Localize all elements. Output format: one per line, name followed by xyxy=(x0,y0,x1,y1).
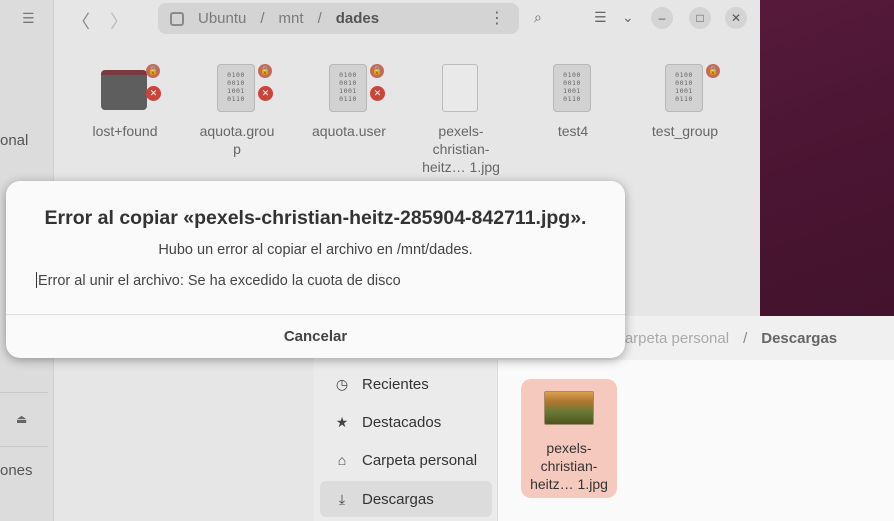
file-name: pexels- christian- heitz… 1.jpg xyxy=(530,440,608,492)
file-name: test4 xyxy=(557,123,589,139)
binary-file-icon: 0100 0010 1001 0110 xyxy=(665,64,703,112)
sidebar-item-label[interactable]: ones xyxy=(0,462,33,479)
sidebar-divider xyxy=(0,446,48,447)
path-segment[interactable]: Ubuntu xyxy=(198,10,246,27)
sidebar-item-descargas[interactable]: ⤓ Descargas xyxy=(320,481,492,517)
sidebar-divider xyxy=(0,392,48,393)
sidebar: ◷ Recientes ★ Destacados ⌂ Carpeta perso… xyxy=(314,360,498,521)
file-name: lost+found xyxy=(92,123,158,139)
kebab-menu-icon[interactable]: ⋮ xyxy=(489,8,505,28)
path-segment-current[interactable]: Descargas xyxy=(761,330,837,347)
image-file-icon xyxy=(442,64,478,112)
home-path-segment[interactable]: Carpeta personal xyxy=(614,330,729,347)
text-caret xyxy=(36,272,37,288)
file-item-selected[interactable]: pexels- christian- heitz… 1.jpg xyxy=(521,379,617,498)
path-separator: / xyxy=(317,10,322,27)
sidebar-item-label: Recientes xyxy=(362,375,429,393)
download-icon: ⤓ xyxy=(338,490,346,507)
chevron-down-icon[interactable]: ⌄ xyxy=(622,9,634,26)
home-icon: ⌂ xyxy=(337,452,347,468)
cancel-button[interactable]: Cancelar xyxy=(6,315,625,358)
error-dialog: Error al copiar «pexels-christian-heitz-… xyxy=(6,181,625,358)
file-name: aquota.user xyxy=(312,123,386,139)
sidebar-item-carpeta-personal[interactable]: ⌂ Carpeta personal xyxy=(320,442,492,478)
minimize-icon[interactable]: – xyxy=(651,7,673,29)
sidebar-item-recientes[interactable]: ◷ Recientes xyxy=(320,366,492,402)
file-item[interactable]: 0100 0010 1001 0110 🔒 ✕ aquota.user xyxy=(299,64,399,140)
maximize-icon[interactable]: □ xyxy=(689,7,711,29)
path-bar[interactable]: Carpeta personal / Descargas xyxy=(614,330,837,347)
file-name: test_group xyxy=(651,123,719,139)
file-item[interactable]: 🔒 ✕ lost+found xyxy=(75,64,175,140)
disk-icon xyxy=(170,11,184,26)
path-segment[interactable]: mnt xyxy=(279,10,304,27)
file-item[interactable]: 0100 0010 1001 0110 🔒 test_group xyxy=(635,64,735,140)
lock-icon: 🔒 xyxy=(146,64,160,78)
lock-icon: 🔒 xyxy=(706,64,720,78)
sidebar-item-label: Destacados xyxy=(362,413,442,431)
eject-icon[interactable]: ⏏ xyxy=(16,412,27,426)
dialog-title: Error al copiar «pexels-christian-heitz-… xyxy=(44,207,587,229)
lock-icon: 🔒 xyxy=(258,64,272,78)
file-item[interactable]: 0100 0010 1001 0110 test4 xyxy=(523,64,623,140)
hamburger-icon[interactable]: ☰ xyxy=(22,10,35,27)
file-name: aquota.grou p xyxy=(199,123,275,157)
search-folder-icon[interactable]: ⌕ xyxy=(534,9,542,26)
no-access-icon: ✕ xyxy=(258,86,273,101)
no-access-icon: ✕ xyxy=(370,86,385,101)
sidebar-item-label: Descargas xyxy=(362,490,434,508)
folder-icon xyxy=(101,70,147,110)
binary-file-icon: 0100 0010 1001 0110 xyxy=(553,64,591,112)
path-segment-current[interactable]: dades xyxy=(336,10,379,27)
headerbar: 〈 〉 Ubuntu / mnt / dades ⋮ ⌕ ☰ ⌄ – □ ✕ xyxy=(54,0,760,36)
file-name: pexels- christian- heitz… 1.jpg xyxy=(422,123,500,175)
star-icon: ★ xyxy=(335,413,349,430)
clock-icon: ◷ xyxy=(335,375,349,392)
path-separator: / xyxy=(260,10,265,27)
sidebar-item-destacados[interactable]: ★ Destacados xyxy=(320,404,492,440)
binary-file-icon: 0100 0010 1001 0110 xyxy=(329,64,367,112)
file-item[interactable]: pexels- christian- heitz… 1.jpg xyxy=(411,64,511,176)
sidebar-item-label: Carpeta personal xyxy=(362,451,478,469)
lock-icon: 🔒 xyxy=(370,64,384,78)
close-icon[interactable]: ✕ xyxy=(725,7,747,29)
file-item[interactable]: 0100 0010 1001 0110 🔒 ✕ aquota.grou p xyxy=(187,64,287,158)
path-separator: / xyxy=(743,330,748,347)
chevron-right-icon[interactable]: 〉 xyxy=(110,8,128,34)
binary-file-icon: 0100 0010 1001 0110 xyxy=(217,64,255,112)
dialog-message: Hubo un error al copiar el archivo en /m… xyxy=(158,242,473,258)
sidebar-item-label[interactable]: onal xyxy=(0,132,28,149)
dialog-detail[interactable]: Error al unir el archivo: Se ha excedido… xyxy=(36,272,596,289)
no-access-icon: ✕ xyxy=(146,86,161,101)
chevron-left-icon[interactable]: 〈 xyxy=(72,8,90,34)
path-bar[interactable]: Ubuntu / mnt / dades ⋮ xyxy=(158,3,519,34)
list-view-icon[interactable]: ☰ xyxy=(594,9,607,26)
dialog-detail-text: Error al unir el archivo: Se ha excedido… xyxy=(38,273,401,289)
image-thumbnail xyxy=(544,391,594,425)
